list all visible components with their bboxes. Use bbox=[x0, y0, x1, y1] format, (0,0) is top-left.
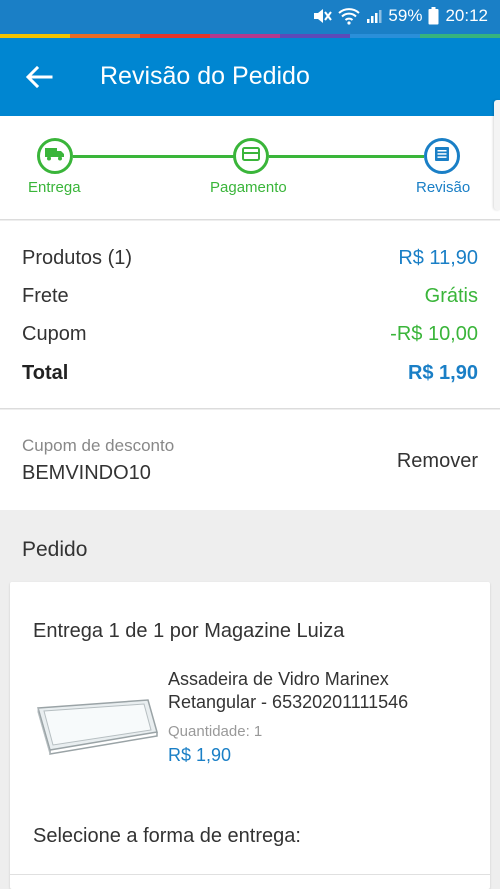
step-label-revisao: Revisão bbox=[416, 179, 471, 196]
step-revisao[interactable] bbox=[424, 138, 460, 174]
delivery-title: Entrega 1 de 1 por Magazine Luiza bbox=[33, 620, 345, 642]
summary-value: -R$ 10,00 bbox=[390, 322, 478, 345]
app-bar: Revisão do Pedido bbox=[0, 38, 500, 116]
battery-percent: 59% bbox=[388, 6, 423, 25]
delivery-card: Entrega 1 de 1 por Magazine Luiza Assade… bbox=[10, 582, 490, 889]
truck-icon bbox=[45, 146, 65, 167]
coupon-code: BEMVINDO10 bbox=[22, 462, 151, 484]
back-arrow-icon[interactable] bbox=[24, 64, 54, 90]
step-label-pagamento: Pagamento bbox=[210, 179, 287, 196]
clock: 20:12 bbox=[445, 6, 488, 25]
summary-value: R$ 11,90 bbox=[398, 246, 478, 269]
coupon-section: Cupom de desconto BEMVINDO10 Remover bbox=[0, 410, 500, 510]
summary-label: Produtos (1) bbox=[22, 246, 133, 269]
stepper-connector bbox=[269, 155, 424, 158]
card-icon bbox=[242, 146, 260, 166]
status-bar: 59% 20:12 bbox=[0, 0, 500, 34]
wifi-icon bbox=[338, 7, 361, 25]
summary-value: R$ 1,90 bbox=[407, 361, 478, 384]
product-name: Assadeira de Vidro Marinex Retangular - … bbox=[168, 669, 409, 712]
summary-label: Total bbox=[22, 361, 69, 384]
status-icons: 59% 20:12 bbox=[312, 6, 488, 26]
section-title-pedido: Pedido bbox=[22, 538, 88, 561]
step-pagamento[interactable] bbox=[233, 138, 269, 174]
list-icon bbox=[434, 146, 450, 167]
scroll-edge-handle bbox=[494, 100, 500, 210]
product-quantity: Quantidade: 1 bbox=[168, 723, 263, 740]
coupon-label: Cupom de desconto bbox=[22, 436, 175, 455]
select-delivery-label: Selecione a forma de entrega: bbox=[33, 825, 301, 847]
summary-label: Cupom bbox=[22, 322, 87, 345]
summary-row-produtos: Produtos (1) R$ 11,90 bbox=[22, 243, 478, 273]
divider bbox=[10, 874, 490, 875]
step-entrega[interactable] bbox=[37, 138, 73, 174]
signal-icon bbox=[366, 8, 382, 24]
step-label-entrega: Entrega bbox=[28, 179, 81, 196]
checkout-stepper: Entrega Pagamento Revisão bbox=[0, 116, 500, 220]
stepper-connector bbox=[73, 155, 234, 158]
summary-label: Frete bbox=[22, 284, 69, 307]
summary-value: Grátis bbox=[424, 284, 478, 307]
summary-row-total: Total R$ 1,90 bbox=[22, 358, 478, 388]
summary-row-frete: Frete Grátis bbox=[22, 281, 478, 311]
product-price: R$ 1,90 bbox=[168, 745, 232, 765]
page-title: Revisão do Pedido bbox=[100, 62, 310, 90]
battery-icon bbox=[428, 7, 439, 25]
product-image bbox=[30, 692, 160, 760]
summary-row-cupom: Cupom -R$ 10,00 bbox=[22, 319, 478, 349]
remove-coupon-button[interactable]: Remover bbox=[397, 450, 478, 473]
mute-icon bbox=[312, 7, 333, 25]
order-summary: Produtos (1) R$ 11,90 Frete Grátis Cupom… bbox=[0, 221, 500, 409]
